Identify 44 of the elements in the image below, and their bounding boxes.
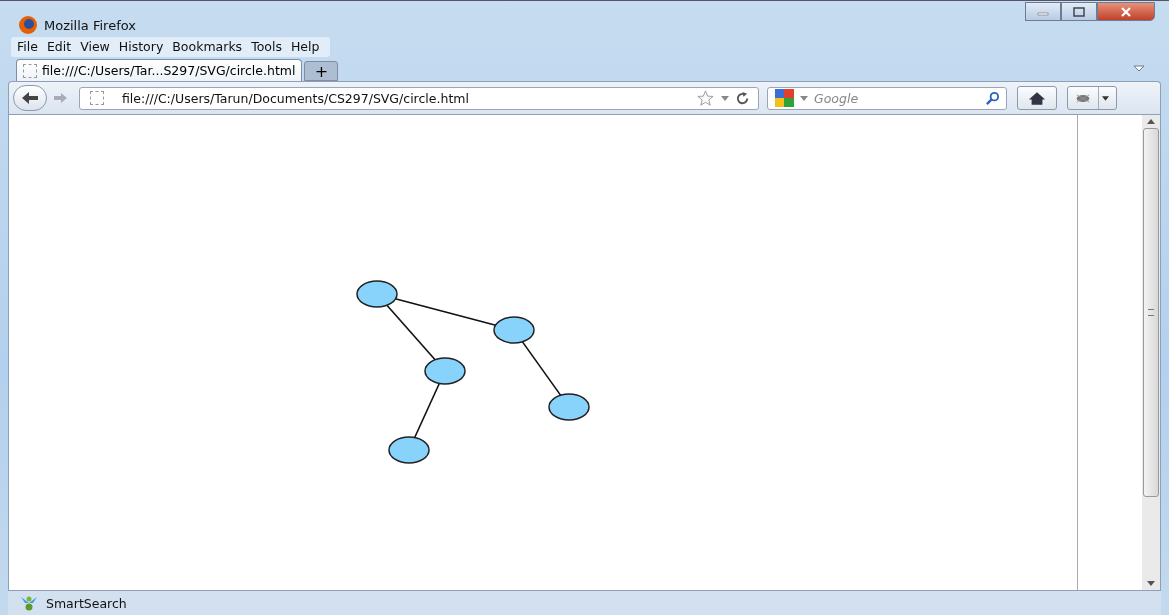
browser-tab[interactable]: file:///C:/Users/Tar...S297/SVG/circle.html	[16, 59, 303, 81]
graph-node	[388, 436, 430, 464]
close-button[interactable]	[1097, 2, 1155, 21]
edge-line	[414, 382, 440, 439]
extension-button[interactable]	[1067, 86, 1117, 110]
back-button[interactable]	[13, 85, 47, 111]
home-button[interactable]	[1017, 86, 1057, 110]
search-field[interactable]: Google	[812, 89, 981, 107]
smartsearch-icon[interactable]	[20, 595, 38, 611]
dropdown-arrow-icon	[1102, 95, 1109, 101]
close-icon	[1120, 6, 1132, 17]
status-label[interactable]: SmartSearch	[46, 595, 127, 611]
new-tab-button[interactable]: +	[304, 61, 339, 81]
reload-icon[interactable]	[735, 90, 750, 106]
scroll-up-icon[interactable]	[1147, 119, 1155, 124]
address-field[interactable]: file:///C:/Users/Tarun/Documents/CS297/SVG/circle.html	[79, 86, 759, 110]
scroll-down-icon[interactable]	[1147, 581, 1155, 586]
window-title: Mozilla Firefox	[44, 17, 137, 33]
maximize-button[interactable]	[1061, 2, 1097, 21]
menu-item[interactable]: Help	[288, 37, 327, 57]
dropdown-arrow-icon[interactable]	[721, 95, 729, 101]
menu-item[interactable]: History	[116, 37, 171, 57]
dropdown-arrow-icon[interactable]	[800, 95, 808, 101]
menu-item[interactable]: Tools	[249, 37, 289, 57]
star-icon[interactable]	[696, 88, 715, 108]
dropdown-arrow-icon[interactable]	[1133, 65, 1145, 73]
search-box[interactable]: Google	[767, 86, 1007, 110]
menu-item[interactable]: View	[78, 37, 117, 57]
edge-line	[521, 340, 562, 397]
menu-item[interactable]: Edit	[44, 37, 79, 57]
home-icon	[1028, 90, 1046, 106]
graph-node	[424, 357, 466, 385]
minimize-button[interactable]	[1025, 2, 1061, 21]
search-engine-icon[interactable]	[774, 88, 796, 108]
graph-node	[493, 316, 535, 344]
menu-item[interactable]: File	[15, 37, 45, 57]
vertical-scrollbar[interactable]	[1142, 115, 1160, 590]
menu-item[interactable]: Bookmarks	[170, 37, 250, 57]
search-icon[interactable]	[985, 90, 1000, 106]
back-arrow-icon	[20, 90, 40, 106]
graph-node	[548, 393, 590, 421]
firefox-logo-icon	[18, 15, 38, 35]
graph-node	[356, 280, 398, 308]
maximize-icon	[1073, 6, 1085, 17]
